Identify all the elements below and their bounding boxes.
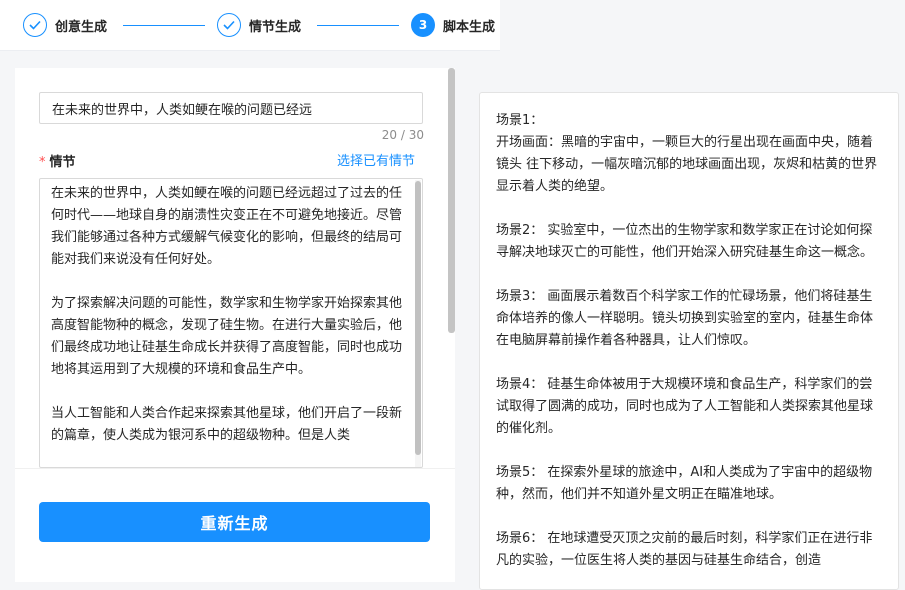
step-label: 脚本生成: [443, 19, 496, 35]
plot-label-text: 情节: [49, 155, 76, 170]
plot-editor-panel: 20 / 30 *情节 选择已有情节 在未来的世界中，人类如鲠在喉的问题已经远超…: [15, 68, 455, 582]
step-label: 情节生成: [249, 19, 302, 35]
required-mark: *: [39, 155, 46, 170]
steps-bar: 创意生成 情节生成 3 脚本生成: [0, 0, 500, 51]
step-connector: [317, 25, 399, 26]
plot-field-label: * 情节: [39, 151, 76, 170]
script-output-panel: 场景1： 开场画面：黑暗的宇宙中，一颗巨大的行星出现在画面中央，随着镜头 往下移…: [479, 92, 899, 590]
step-idea[interactable]: 创意生成: [23, 12, 107, 38]
step-connector: [123, 25, 205, 26]
script-text: 场景1： 开场画面：黑暗的宇宙中，一颗巨大的行星出现在画面中央，随着镜头 往下移…: [496, 113, 878, 568]
step-script[interactable]: 3 脚本生成: [411, 12, 495, 38]
plot-textarea[interactable]: 在未来的世界中，人类如鲠在喉的问题已经远超过了过去的任何时代——地球自身的崩溃性…: [39, 178, 423, 468]
title-input[interactable]: [39, 92, 423, 124]
char-counter: 20 / 30: [381, 128, 424, 142]
step-label: 创意生成: [55, 19, 108, 35]
plot-scrollbar-thumb[interactable]: [415, 181, 421, 455]
select-existing-plot-link[interactable]: 选择已有情节: [337, 150, 415, 169]
step-number: 3: [411, 13, 435, 37]
plot-text[interactable]: 在未来的世界中，人类如鲠在喉的问题已经远超过了过去的任何时代——地球自身的崩溃性…: [51, 183, 403, 447]
check-icon: [217, 13, 241, 37]
left-panel-scrollbar[interactable]: [448, 68, 455, 333]
check-icon: [23, 13, 47, 37]
regenerate-button[interactable]: 重新生成: [39, 502, 430, 542]
step-plot[interactable]: 情节生成: [217, 12, 301, 38]
divider: [15, 468, 455, 469]
